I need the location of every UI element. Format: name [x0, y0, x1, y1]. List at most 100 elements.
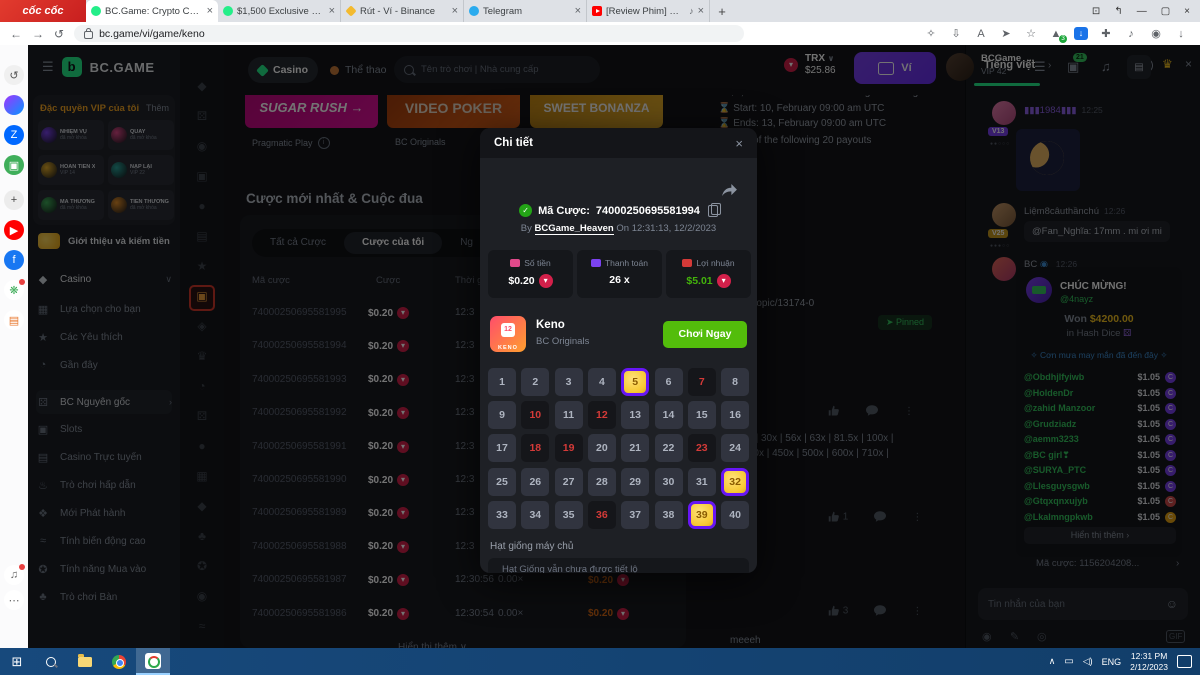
game-name: Keno — [536, 319, 565, 331]
stat-label: Lợi nhuận — [696, 258, 734, 268]
keno-cell: 26 — [521, 468, 549, 496]
url-text: bc.game/vi/game/keno — [99, 28, 205, 40]
keno-game-icon[interactable]: 12 KENO — [490, 316, 526, 352]
coccoc-app-icon[interactable] — [136, 648, 170, 675]
new-tab-button[interactable]: + — [710, 0, 734, 22]
keno-cell: 14 — [655, 401, 683, 429]
facebook-icon[interactable]: f — [4, 250, 24, 270]
close-modal-icon[interactable]: × — [735, 136, 743, 151]
binance-favicon-icon — [345, 5, 356, 16]
keno-cell: 4 — [588, 368, 616, 396]
tab-close-icon[interactable]: × — [575, 5, 581, 17]
notification-dot — [19, 279, 25, 285]
browser-tab[interactable]: $1,500 Exclusive Weekend Ke× — [218, 0, 341, 22]
download-box-icon[interactable]: ↓ — [1074, 27, 1088, 40]
browser-tab[interactable]: BC.Game: Crypto Casino Gan × — [86, 0, 218, 22]
browser-address-bar: ← → ↺ bc.game/vi/game/keno ✧ ⇩ A ➤ ☆ ▲3 ↓ ✚ ♪ ◉ ↓ — [0, 22, 1200, 46]
keno-cell: 24 — [721, 434, 749, 462]
sticker-icon[interactable]: ❋ — [4, 280, 24, 300]
stat-icon — [591, 259, 601, 267]
browser-tab[interactable]: Telegram× — [464, 0, 587, 22]
bet-meta-line: By BCGame_Heaven On 12:31:13, 12/2/2023 — [480, 223, 757, 234]
close-button[interactable]: × — [1184, 6, 1190, 17]
back-icon[interactable]: ← — [10, 27, 22, 41]
stat-card-0: Số tiền$0.20▾ — [488, 250, 573, 298]
stat-value: 26 x — [577, 274, 662, 286]
bet-id-value: 74000250695581994 — [596, 205, 700, 217]
history-icon[interactable]: ↺ — [4, 65, 24, 85]
translate-icon[interactable]: A — [974, 28, 988, 40]
extensions-icon[interactable]: ✚ — [1099, 27, 1113, 40]
play-now-button[interactable]: Chơi Ngay — [663, 321, 747, 348]
tab-close-icon[interactable]: × — [329, 5, 335, 17]
bookmark-star-icon[interactable]: ☆ — [1024, 27, 1038, 40]
file-explorer-icon[interactable] — [68, 648, 102, 675]
keno-cell: 33 — [488, 501, 516, 529]
reload-icon[interactable]: ↺ — [54, 27, 64, 41]
tab-close-icon[interactable]: × — [452, 5, 458, 17]
network-icon[interactable]: ▭ — [1064, 656, 1073, 667]
tray-expand-icon[interactable]: ∧ — [1049, 656, 1056, 667]
zalo-icon[interactable]: Z — [4, 125, 24, 145]
game-provider: BC Originals — [536, 336, 589, 347]
keno-cell: 3 — [555, 368, 583, 396]
action-center-icon[interactable] — [1177, 655, 1192, 668]
more-icon[interactable]: ⋯ — [4, 590, 24, 610]
taskbar-search-icon[interactable] — [34, 648, 68, 675]
keno-cell: 22 — [655, 434, 683, 462]
keno-cell: 1 — [488, 368, 516, 396]
keno-cell: 20 — [588, 434, 616, 462]
cart-icon[interactable]: ▤ — [4, 310, 24, 330]
profile-icon[interactable]: ◉ — [1149, 27, 1163, 40]
bcgame-favicon-icon — [91, 6, 101, 16]
telegram-favicon-icon — [469, 6, 479, 16]
game-card: 12 KENO Keno BC Originals Chơi Ngay — [490, 316, 747, 354]
youtube-icon[interactable]: ▶ — [4, 220, 24, 240]
keno-cell-drawn: 18 — [521, 434, 549, 462]
tab-title: [Review Phim] HÀO QUA — [606, 6, 685, 17]
key-icon[interactable]: ✧ — [924, 27, 938, 40]
bell-icon[interactable]: ♫ — [4, 565, 24, 585]
trx-coin-icon: ▾ — [717, 274, 731, 288]
add-sidebar-icon[interactable]: + — [4, 190, 24, 210]
copy-icon[interactable] — [708, 205, 718, 217]
save-page-icon[interactable]: ⇩ — [949, 27, 963, 40]
browser-logo[interactable]: cốc cốc — [0, 0, 86, 22]
bcgame-favicon-icon — [223, 6, 233, 16]
minimize-button[interactable]: — — [1137, 6, 1147, 17]
keno-cell: 30 — [655, 468, 683, 496]
tab-title: BC.Game: Crypto Casino Gan — [105, 6, 203, 17]
shield-badge-icon[interactable]: ▲3 — [1049, 28, 1063, 40]
stat-label: Thanh toán — [605, 258, 648, 268]
maximize-button[interactable]: ▢ — [1161, 6, 1170, 17]
keno-cell: 9 — [488, 401, 516, 429]
language-indicator[interactable]: ENG — [1102, 657, 1122, 667]
tab-search-icon[interactable]: ↰ — [1114, 6, 1122, 17]
reading-mode-icon[interactable]: ⊡ — [1092, 6, 1100, 17]
messenger-icon[interactable] — [4, 95, 24, 115]
chrome-icon[interactable] — [102, 648, 136, 675]
media-control-icon[interactable]: ♪ — [1124, 28, 1138, 40]
tab-title: Rút - Ví - Binance — [360, 6, 448, 17]
bet-author-link[interactable]: BCGame_Heaven — [535, 223, 614, 235]
keno-cell: 37 — [621, 501, 649, 529]
keno-cell: 34 — [521, 501, 549, 529]
tab-close-icon[interactable]: × — [207, 5, 213, 17]
lock-icon[interactable] — [84, 31, 93, 39]
url-input[interactable]: bc.game/vi/game/keno — [74, 25, 744, 42]
downloads-icon[interactable]: ↓ — [1174, 28, 1188, 40]
games-icon[interactable]: ▣ — [4, 155, 24, 175]
tab-audio-icon[interactable]: ♪ — [689, 6, 694, 16]
keno-cell: 6 — [655, 368, 683, 396]
tab-close-icon[interactable]: × — [698, 5, 704, 17]
browser-tab[interactable]: Rút - Ví - Binance × — [341, 0, 464, 22]
clock[interactable]: 12:31 PM2/12/2023 — [1130, 651, 1168, 672]
share-icon[interactable] — [722, 184, 737, 202]
speaker-icon[interactable]: ◁) — [1083, 656, 1093, 667]
share-icon[interactable]: ➤ — [999, 27, 1013, 40]
start-button[interactable]: ⊞ — [0, 648, 34, 675]
modal-title: Chi tiết — [494, 137, 533, 149]
browser-tabs: BC.Game: Crypto Casino Gan×$1,500 Exclus… — [86, 0, 710, 22]
browser-tab[interactable]: [Review Phim] HÀO QUA ♪ × — [587, 0, 710, 22]
forward-icon[interactable]: → — [32, 27, 44, 41]
